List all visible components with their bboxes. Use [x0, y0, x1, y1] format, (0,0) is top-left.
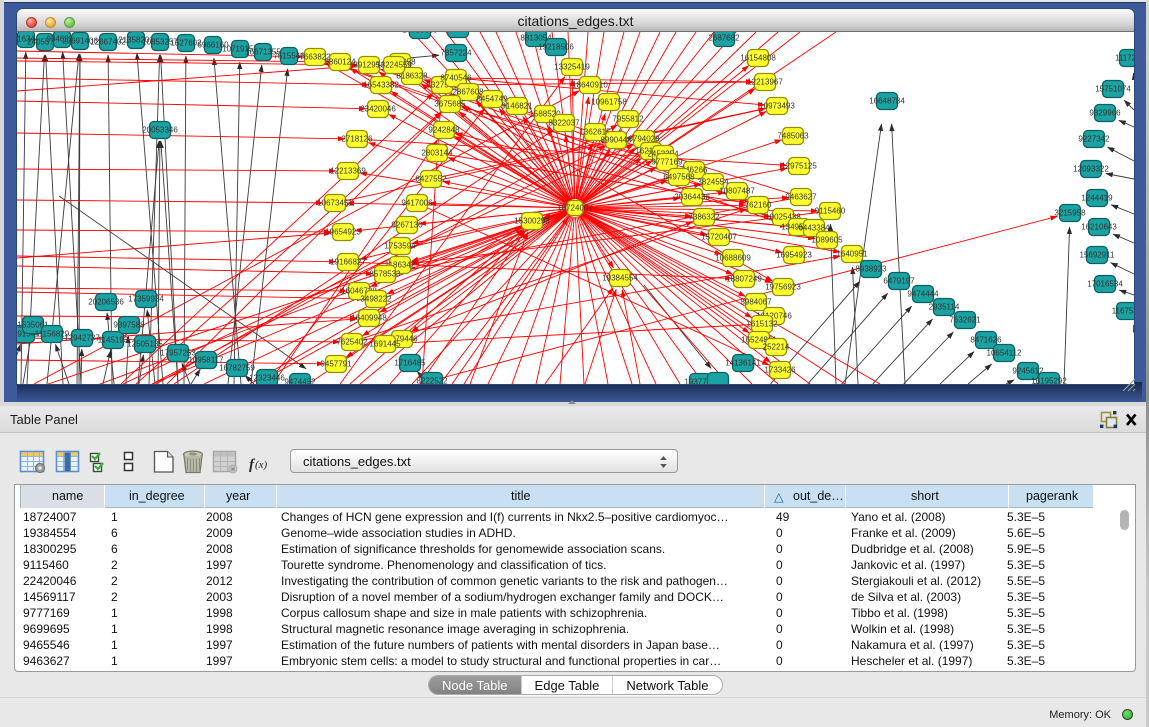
svg-text:1640951: 1640951	[836, 250, 868, 259]
svg-text:19756923: 19756923	[765, 283, 801, 292]
svg-text:2687682: 2687682	[708, 34, 740, 43]
svg-text:8578533: 8578533	[369, 270, 401, 279]
svg-text:18724007: 18724007	[557, 204, 593, 213]
svg-text:(x): (x)	[255, 459, 268, 471]
svg-text:15300293: 15300293	[514, 217, 550, 226]
svg-text:19654923: 19654923	[325, 228, 361, 237]
svg-text:16033809: 16033809	[402, 32, 438, 35]
svg-text:1089605: 1089605	[811, 236, 843, 245]
svg-text:1167531: 1167531	[1112, 307, 1134, 316]
svg-text:10973493: 10973493	[759, 102, 795, 111]
svg-text:12975125: 12975125	[781, 162, 817, 171]
svg-text:16210643: 16210643	[1081, 223, 1117, 232]
svg-text:8427552: 8427552	[415, 175, 447, 184]
svg-text:6497568: 6497568	[663, 173, 695, 182]
svg-text:18640910: 18640910	[572, 81, 608, 90]
svg-text:19384554: 19384554	[602, 274, 638, 283]
svg-text:7485063: 7485063	[777, 132, 809, 141]
svg-text:8471626: 8471626	[970, 336, 1002, 345]
svg-text:7386322: 7386322	[688, 213, 720, 222]
svg-text:9860124: 9860124	[324, 58, 356, 67]
svg-text:7625402: 7625402	[336, 338, 368, 347]
svg-text:9397588: 9397588	[113, 321, 145, 330]
svg-text:12093322: 12093322	[1073, 165, 1109, 174]
svg-text:16195292: 16195292	[1031, 377, 1067, 385]
svg-text:12323446: 12323446	[249, 374, 285, 383]
svg-text:8990448: 8990448	[600, 136, 632, 145]
svg-text:2935114: 2935114	[929, 303, 960, 312]
svg-text:8984067: 8984067	[740, 298, 772, 307]
svg-text:9777169: 9777169	[651, 158, 683, 167]
svg-text:1145193: 1145193	[98, 336, 129, 345]
svg-text:3675685: 3675685	[434, 100, 466, 109]
svg-text:9463627: 9463627	[785, 193, 817, 202]
svg-text:762160: 762160	[745, 201, 772, 210]
svg-text:12213369: 12213369	[330, 167, 366, 176]
svg-text:20053346: 20053346	[142, 126, 178, 135]
svg-text:9457791: 9457791	[320, 360, 352, 369]
svg-text:2803144: 2803144	[421, 149, 453, 158]
svg-text:16543382: 16543382	[363, 81, 399, 90]
svg-text:9267130: 9267130	[391, 221, 423, 230]
svg-text:19166827: 19166827	[330, 258, 366, 267]
svg-text:16154808: 16154808	[740, 54, 776, 63]
svg-text:3498222: 3498222	[360, 295, 392, 304]
svg-text:9417006: 9417006	[401, 199, 433, 208]
svg-text:10654112: 10654112	[987, 349, 1023, 358]
svg-text:8740546: 8740546	[440, 74, 472, 83]
svg-text:8222522: 8222522	[416, 377, 448, 385]
svg-text:1733426: 1733426	[764, 366, 796, 375]
svg-text:252214: 252214	[763, 343, 790, 352]
svg-text:15751074: 15751074	[1095, 85, 1131, 94]
svg-text:23420046: 23420046	[360, 105, 396, 114]
svg-text:9227342: 9227342	[1078, 135, 1110, 144]
svg-text:7357224: 7357224	[440, 49, 472, 58]
svg-text:20206536: 20206536	[88, 298, 124, 307]
svg-text:12942737: 12942737	[64, 334, 100, 343]
svg-text:15692911: 15692911	[1080, 251, 1116, 260]
svg-text:10688609: 10688609	[715, 254, 751, 263]
svg-text:10961758: 10961758	[591, 98, 627, 107]
svg-text:1753594: 1753594	[384, 242, 416, 251]
svg-text:13224559: 13224559	[376, 61, 412, 70]
svg-text:9242848: 9242848	[428, 126, 460, 135]
svg-text:12505135: 12505135	[127, 340, 163, 349]
svg-text:9474444: 9474444	[907, 290, 939, 299]
svg-text:10807487: 10807487	[719, 187, 755, 196]
svg-text:1117234: 1117234	[1115, 54, 1134, 63]
svg-text:13325419: 13325419	[554, 63, 590, 72]
svg-text:19218506: 19218506	[538, 43, 574, 52]
svg-text:20364436: 20364436	[674, 193, 710, 202]
svg-text:1615132: 1615132	[746, 320, 778, 329]
svg-text:1244419: 1244419	[1081, 194, 1113, 203]
svg-text:7632621: 7632621	[949, 316, 981, 325]
svg-text:10673451: 10673451	[317, 199, 353, 208]
svg-text:16648784: 16648784	[869, 97, 905, 106]
svg-text:8938923: 8938923	[855, 265, 887, 274]
svg-text:2718126: 2718126	[341, 135, 373, 144]
svg-text:12213967: 12213967	[747, 78, 783, 87]
svg-text:16409948: 16409948	[351, 314, 387, 323]
svg-text:14136141: 14136141	[725, 359, 761, 368]
svg-text:3824554: 3824554	[697, 178, 729, 187]
svg-text:9115460: 9115460	[815, 207, 846, 216]
svg-text:16782759: 16782759	[219, 364, 255, 373]
svg-text:1691445: 1691445	[369, 340, 401, 349]
svg-text:8322037: 8322037	[548, 119, 580, 128]
svg-text:7955812: 7955812	[612, 115, 644, 124]
svg-text:9474452: 9474452	[284, 378, 316, 385]
svg-text:9329966: 9329966	[1089, 109, 1121, 118]
svg-text:3215958: 3215958	[1054, 209, 1086, 218]
svg-text:15720407: 15720407	[701, 233, 737, 242]
svg-text:17016534: 17016534	[1087, 280, 1123, 289]
svg-text:16954923: 16954923	[776, 251, 812, 260]
svg-text:1716485: 1716485	[394, 359, 426, 368]
svg-text:18807249: 18807249	[726, 275, 762, 284]
svg-text:17359934: 17359934	[128, 295, 164, 304]
svg-text:6479197: 6479197	[883, 277, 915, 286]
svg-text:9146821: 9146821	[501, 102, 533, 111]
